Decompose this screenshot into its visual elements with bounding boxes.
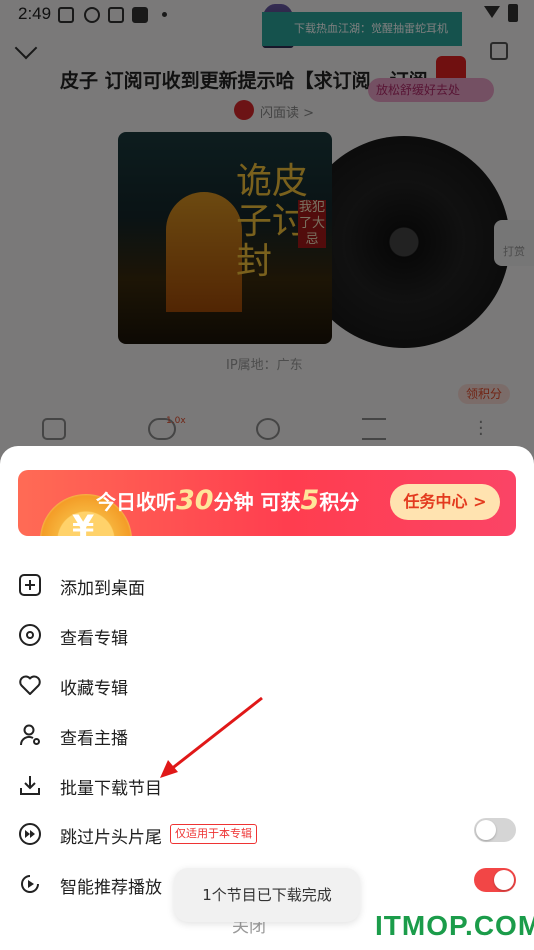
promo-text-after: 积分 xyxy=(319,490,360,514)
promo-points: 5 xyxy=(300,485,320,516)
menu-label: 跳过片头片尾 xyxy=(60,828,162,848)
menu-label: 添加到桌面 xyxy=(60,579,145,599)
coin-symbol: ¥ xyxy=(72,508,95,536)
menu-view-album[interactable]: 查看专辑 xyxy=(18,615,516,655)
toggle-knob xyxy=(494,870,514,890)
album-only-tag: 仅适用于本专辑 xyxy=(170,824,257,844)
menu-batch-download[interactable]: 批量下载节目 xyxy=(18,765,516,805)
user-icon xyxy=(19,724,40,746)
skip-icon xyxy=(19,823,41,845)
disc-icon xyxy=(19,624,41,646)
menu-view-host[interactable]: 查看主播 xyxy=(18,715,516,755)
menu-label: 智能推荐播放 xyxy=(60,878,162,898)
menu-label: 查看主播 xyxy=(60,729,128,749)
toggle-knob xyxy=(476,820,496,840)
promo-minutes: 30 xyxy=(176,485,214,516)
promo-text-before: 今日收听 xyxy=(96,490,176,514)
smart-play-icon xyxy=(21,875,39,893)
promo-text: 今日收听30分钟 可获5积分 xyxy=(96,485,359,516)
site-watermark: ITMOP.COM xyxy=(375,910,534,941)
menu-favorite-album[interactable]: 收藏专辑 xyxy=(18,665,516,705)
promo-text-mid: 分钟 可获 xyxy=(213,490,301,514)
task-center-button[interactable]: 任务中心 > xyxy=(390,484,500,520)
menu-label: 查看专辑 xyxy=(60,629,128,649)
smart-recommend-toggle[interactable] xyxy=(474,868,516,892)
menu-label: 收藏专辑 xyxy=(60,679,128,699)
menu-skip-intro-outro[interactable]: 跳过片头片尾 仅适用于本专辑 xyxy=(18,814,516,854)
menu-add-to-desktop[interactable]: 添加到桌面 xyxy=(18,565,516,605)
download-icon xyxy=(20,776,40,795)
heart-icon xyxy=(19,675,41,695)
download-complete-toast: 1个节目已下载完成 xyxy=(174,868,360,922)
add-square-icon xyxy=(19,574,41,596)
menu-label: 批量下载节目 xyxy=(60,779,162,799)
skip-intro-toggle[interactable] xyxy=(474,818,516,842)
